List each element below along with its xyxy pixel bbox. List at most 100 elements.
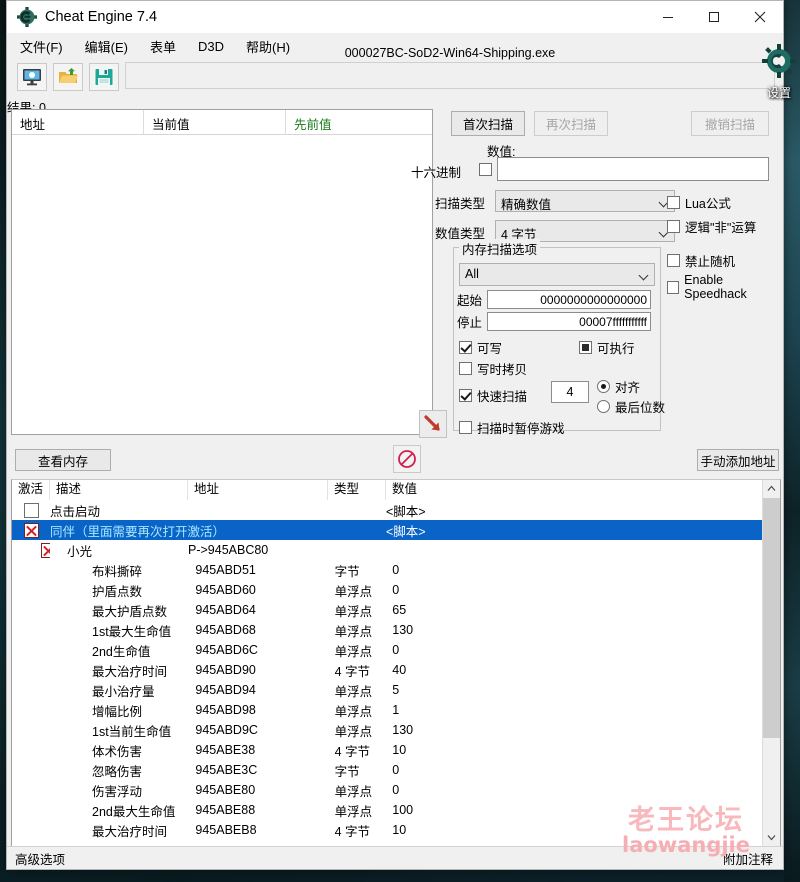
- activate-checkbox-checked[interactable]: [41, 542, 50, 558]
- speedhack-checkbox-row[interactable]: Enable Speedhack: [667, 273, 781, 301]
- alignment-radio-row[interactable]: 对齐: [597, 377, 640, 396]
- start-address-input[interactable]: [487, 290, 652, 309]
- hex-checkbox[interactable]: [479, 163, 492, 176]
- lua-formula-checkbox[interactable]: [667, 196, 680, 209]
- menu-edit[interactable]: 编辑(E): [82, 35, 131, 58]
- fast-scan-checkbox[interactable]: [459, 389, 472, 402]
- close-icon: [754, 11, 766, 22]
- table-row[interactable]: 同伴（里面需要再次打开激活） <脚本>: [12, 520, 780, 540]
- results-col-current-value[interactable]: 当前值: [144, 110, 286, 134]
- no-random-label: 禁止随机: [685, 255, 736, 269]
- cell-value: 0: [392, 763, 400, 777]
- column-value[interactable]: 数值: [386, 480, 776, 500]
- cell-address: 945ABD68: [195, 623, 256, 637]
- lua-formula-checkbox-row[interactable]: Lua公式: [667, 193, 731, 212]
- cell-type: 4 字节: [334, 744, 371, 759]
- table-row[interactable]: 最小治疗量 945ABD94 单浮点 5: [12, 680, 780, 700]
- table-row[interactable]: 2nd最大生命值 945ABE88 单浮点 100: [12, 800, 780, 820]
- table-row[interactable]: 护盾点数 945ABD60 单浮点 0: [12, 580, 780, 600]
- scroll-up-button[interactable]: [763, 480, 780, 497]
- copy-on-write-checkbox[interactable]: [459, 362, 472, 375]
- scrollbar-thumb[interactable]: [763, 498, 780, 738]
- cell-description: 2nd生命值: [92, 644, 151, 659]
- pause-game-checkbox[interactable]: [459, 421, 472, 434]
- table-row[interactable]: 布料撕碎 945ABD51 字节 0: [12, 560, 780, 580]
- executable-checkbox[interactable]: [579, 341, 592, 354]
- cell-description: 最小治疗量: [92, 684, 155, 699]
- scan-value-input[interactable]: [497, 157, 769, 181]
- column-address[interactable]: 地址: [188, 480, 328, 500]
- table-row[interactable]: 忽略伤害 945ABE3C 字节 0: [12, 760, 780, 780]
- attached-process-title: 000027BC-SoD2-Win64-Shipping.exe: [344, 46, 556, 60]
- last-digits-radio[interactable]: [597, 400, 610, 413]
- fast-scan-alignment-input[interactable]: [551, 381, 589, 403]
- column-description[interactable]: 描述: [50, 480, 188, 500]
- executable-checkbox-row[interactable]: 可执行: [579, 338, 635, 357]
- table-row[interactable]: 伤害浮动 945ABE80 单浮点 0: [12, 780, 780, 800]
- scan-results-panel[interactable]: 地址 当前值 先前值: [11, 109, 433, 435]
- cheat-table[interactable]: 激活 描述 地址 类型 数值 点击启动 <脚本> 同伴（里面需要再次打开激活） <脚本…: [11, 479, 781, 847]
- table-row[interactable]: 最大护盾点数 945ABD64 单浮点 65: [12, 600, 780, 620]
- column-type[interactable]: 类型: [328, 480, 386, 500]
- attach-note-label: 附加注释: [722, 852, 773, 867]
- copy-on-write-checkbox-row[interactable]: 写时拷贝: [459, 359, 527, 378]
- table-row[interactable]: 最大治疗时间 945ABD90 4 字节 40: [12, 660, 780, 680]
- pause-game-label: 扫描时暂停游戏: [477, 422, 565, 436]
- table-row[interactable]: 点击启动 <脚本>: [12, 500, 780, 520]
- view-memory-button[interactable]: 查看内存: [15, 449, 111, 471]
- advanced-options-label[interactable]: 高级选项: [7, 849, 65, 868]
- speedhack-checkbox[interactable]: [667, 280, 680, 294]
- cell-active: [12, 603, 58, 618]
- chevron-up-icon: [767, 485, 776, 491]
- not-logic-label: 逻辑"非"运算: [685, 221, 757, 235]
- red-arrow-button[interactable]: [419, 410, 447, 438]
- last-digits-radio-row[interactable]: 最后位数: [597, 397, 665, 416]
- cheat-engine-settings-desktop-icon[interactable]: 设置: [756, 44, 800, 101]
- not-logic-checkbox[interactable]: [667, 220, 680, 233]
- no-random-checkbox-row[interactable]: 禁止随机: [667, 251, 735, 270]
- stop-scan-button[interactable]: [393, 445, 421, 473]
- cell-address: 945ABD94: [195, 683, 256, 697]
- table-row[interactable]: 体术伤害 945ABE38 4 字节 10: [12, 740, 780, 760]
- cell-type: 4 字节: [334, 664, 371, 679]
- scan-controls-panel: 首次扫描 再次扫描 撤销扫描 数值: 十六进制 扫描类型 精确数值 数值类型 4…: [411, 105, 781, 438]
- stop-address-input[interactable]: [487, 312, 652, 331]
- scan-type-select[interactable]: 精确数值: [495, 190, 675, 212]
- select-process-button[interactable]: [17, 63, 47, 91]
- first-scan-button[interactable]: 首次扫描: [451, 111, 525, 136]
- results-col-previous-value[interactable]: 先前值: [286, 110, 432, 134]
- close-button[interactable]: [737, 1, 783, 32]
- results-col-address[interactable]: 地址: [12, 110, 144, 134]
- table-row[interactable]: 1st当前生命值 945ABD9C 单浮点 130: [12, 720, 780, 740]
- save-file-button[interactable]: [89, 63, 119, 91]
- table-row[interactable]: 2nd生命值 945ABD6C 单浮点 0: [12, 640, 780, 660]
- open-file-button[interactable]: [53, 63, 83, 91]
- memory-region-select[interactable]: All: [459, 263, 655, 286]
- alignment-radio[interactable]: [597, 380, 610, 393]
- column-active[interactable]: 激活: [12, 480, 50, 500]
- pause-game-checkbox-row[interactable]: 扫描时暂停游戏: [459, 418, 565, 437]
- next-scan-button[interactable]: 再次扫描: [534, 111, 608, 136]
- cheat-table-scrollbar[interactable]: [762, 480, 780, 846]
- minimize-button[interactable]: [645, 1, 691, 32]
- menu-file[interactable]: 文件(F): [17, 35, 66, 58]
- writable-checkbox-row[interactable]: 可写: [459, 338, 502, 357]
- scroll-down-button[interactable]: [763, 829, 780, 846]
- activate-checkbox[interactable]: [24, 502, 39, 518]
- table-row[interactable]: 增幅比例 945ABD98 单浮点 1: [12, 700, 780, 720]
- maximize-button[interactable]: [691, 1, 737, 32]
- table-row[interactable]: 小光 P->945ABC80: [12, 540, 780, 560]
- table-row[interactable]: 1st最大生命值 945ABD68 单浮点 130: [12, 620, 780, 640]
- cell-value: 65: [392, 603, 407, 617]
- fast-scan-checkbox-row[interactable]: 快速扫描: [459, 386, 527, 405]
- writable-checkbox[interactable]: [459, 341, 472, 354]
- red-arrow-pointer-icon: [424, 415, 440, 431]
- process-name-field[interactable]: [125, 62, 775, 89]
- not-logic-checkbox-row[interactable]: 逻辑"非"运算: [667, 217, 756, 236]
- no-random-checkbox[interactable]: [667, 254, 680, 267]
- add-address-manually-button[interactable]: 手动添加地址: [697, 449, 779, 471]
- cell-value: <脚本>: [386, 524, 426, 539]
- activate-checkbox-checked[interactable]: [24, 522, 39, 538]
- table-row[interactable]: 最大治疗时间 945ABEB8 4 字节 10: [12, 820, 780, 840]
- undo-scan-button[interactable]: 撤销扫描: [691, 111, 769, 136]
